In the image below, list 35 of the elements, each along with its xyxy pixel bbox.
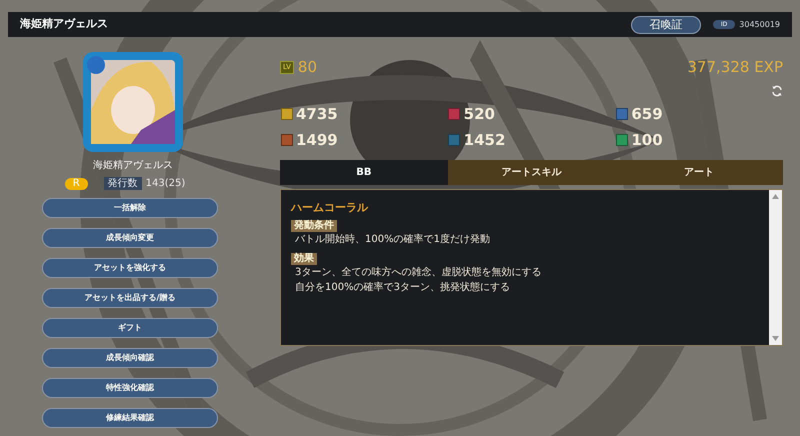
action-button[interactable]: 成長傾向変更 — [42, 228, 218, 248]
stat-value: 4735 — [296, 104, 338, 124]
action-button[interactable]: アセットを強化する — [42, 258, 218, 278]
action-button[interactable]: 成長傾向確認 — [42, 348, 218, 368]
scrollbar[interactable] — [769, 190, 782, 344]
scroll-down-icon[interactable] — [772, 336, 779, 340]
stat-value: 1499 — [296, 130, 338, 151]
id-value: 30450019 — [739, 18, 780, 30]
skill-description: バトル開始時、100%の確率で1度だけ発動 — [294, 233, 491, 247]
stat-value: 1452 — [464, 130, 506, 151]
stat-value: 100 — [631, 130, 663, 151]
action-button[interactable]: 一括解除 — [42, 198, 218, 218]
tab[interactable]: BB — [280, 160, 448, 184]
page-title: 海姫精アヴェルス — [20, 16, 109, 32]
action-button[interactable]: 特性強化確認 — [42, 378, 218, 398]
stat-value: 520 — [464, 104, 495, 124]
stat-value: 659 — [631, 104, 663, 124]
action-button[interactable]: アセットを出品する/贈る — [42, 288, 218, 308]
skill-description: 自分を100%の確率で3ターン、挑発状態にする — [294, 281, 511, 295]
level-value: 80 — [298, 57, 318, 78]
tab[interactable]: アートスキル — [448, 160, 616, 184]
issued-count: 143(25) — [146, 177, 186, 191]
refresh-icon[interactable] — [771, 84, 783, 96]
skill-name: ハームコーラル — [291, 200, 369, 216]
card-button[interactable]: 召喚証 — [630, 16, 701, 34]
skill-description: 3ターン、全ての味方への雑念、虚脱状態を無効にする — [294, 266, 542, 280]
section-tag: 発動条件 — [291, 220, 337, 232]
section-tag: 効果 — [291, 253, 317, 265]
issued-label: 発行数 — [104, 177, 142, 190]
tab[interactable]: アート — [615, 160, 784, 184]
exp-value: 377,328 EXP — [687, 57, 783, 78]
unit-name: 海姫精アヴェルス — [93, 158, 173, 173]
action-button[interactable]: 修練結果確認 — [42, 408, 218, 428]
scroll-up-icon[interactable] — [772, 194, 779, 198]
action-button[interactable]: ギフト — [42, 318, 218, 338]
